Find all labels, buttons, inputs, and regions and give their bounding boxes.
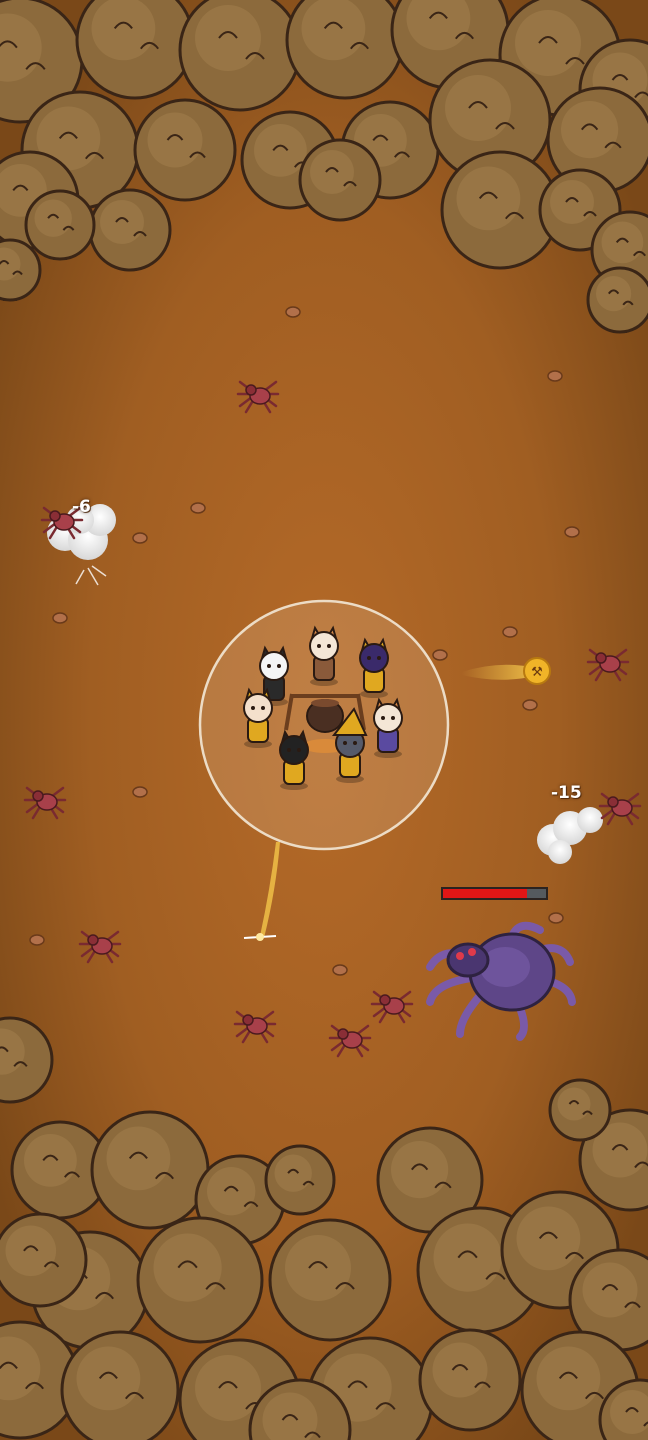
tree [0, 1212, 88, 1308]
tree [136, 1216, 264, 1344]
pebble [548, 912, 564, 924]
pebble [132, 786, 148, 798]
tree [285, 0, 405, 100]
pebble [132, 532, 148, 544]
pebble [190, 502, 206, 514]
tree [88, 188, 172, 272]
tree [586, 266, 648, 334]
tree [60, 1330, 180, 1440]
hero-dancer[interactable] [373, 697, 403, 758]
tree [178, 0, 302, 112]
game-stage[interactable]: ⚒ -6 -15 [0, 0, 648, 1440]
pebble [332, 964, 348, 976]
hero-paladin[interactable] [243, 687, 273, 748]
tree [75, 0, 195, 100]
hero-black-cat-knight[interactable] [279, 729, 309, 790]
svg-text:⚒: ⚒ [531, 665, 543, 680]
pebble [432, 649, 448, 661]
hero-calico-fighter[interactable] [309, 625, 339, 686]
tree [90, 1110, 210, 1230]
pebble [522, 699, 538, 711]
boss-health-bar [441, 887, 548, 900]
tree [418, 1328, 522, 1432]
pebble [29, 934, 45, 946]
pebble [285, 306, 301, 318]
pebble [502, 626, 518, 638]
tree [264, 1144, 336, 1216]
pebble [564, 526, 580, 538]
tree [268, 1218, 392, 1342]
tree [133, 98, 237, 202]
boss-health-fill [443, 889, 528, 898]
hero-hooded-mage[interactable] [359, 637, 389, 698]
tree [24, 189, 96, 261]
pebble [547, 370, 563, 382]
tree [548, 1078, 612, 1142]
battlefield-scene[interactable]: ⚒ [0, 0, 648, 1440]
tree [298, 138, 382, 222]
pebble [52, 612, 68, 624]
